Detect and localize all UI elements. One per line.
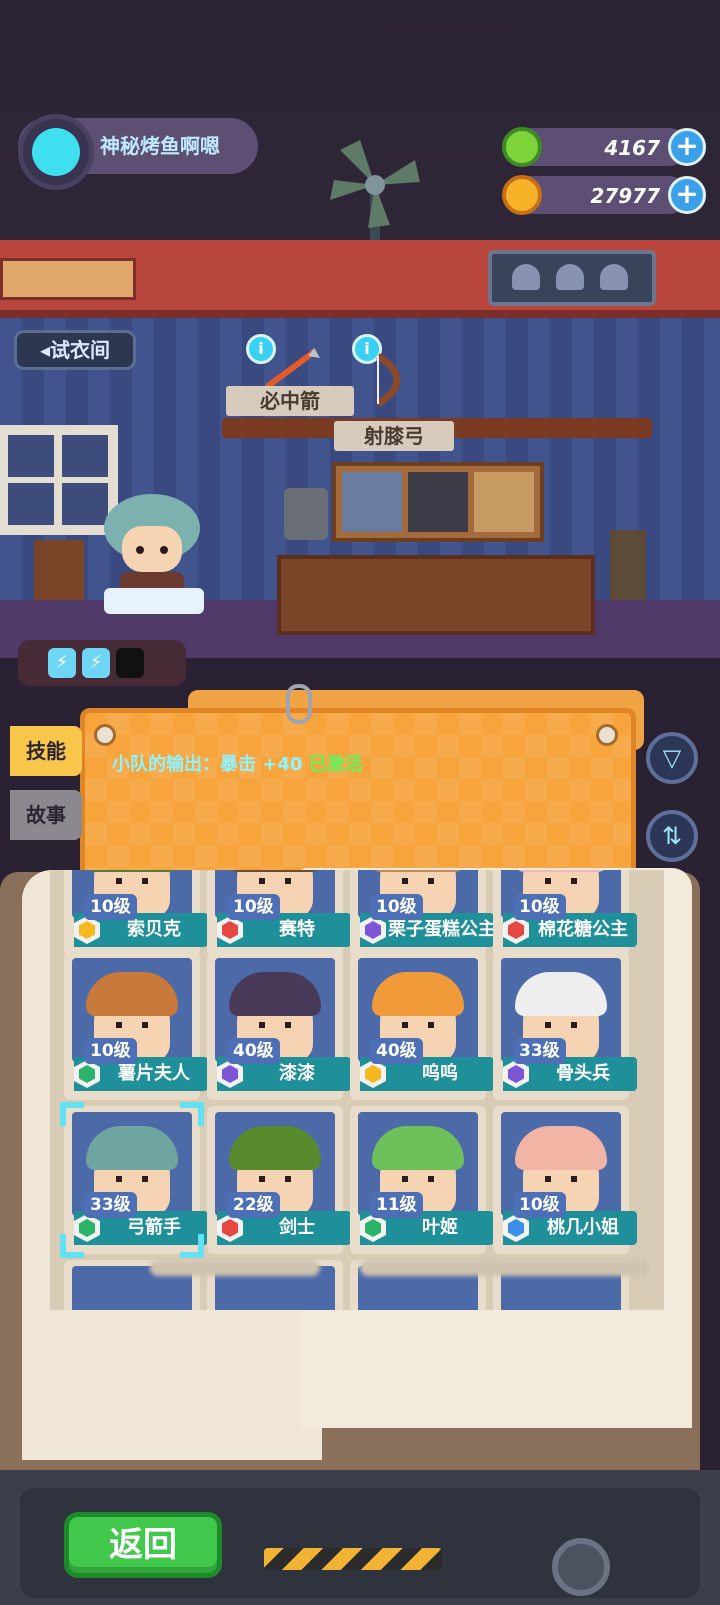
character-card[interactable]: 栗子蛋糕公主 10级 [350, 870, 496, 956]
character-level: 10级 [370, 894, 423, 920]
add-green-gem-button[interactable]: + [668, 128, 706, 166]
character-card[interactable]: 叶姬 11级 [350, 1106, 494, 1254]
portrait-frame [332, 462, 544, 542]
gold-coin-icon [502, 175, 542, 215]
character-card[interactable]: 弓箭手 33级 [60, 1102, 208, 1258]
energy-bolt-icon: ⚡ [48, 648, 76, 678]
character-card[interactable]: 薯片夫人 10级 [64, 952, 208, 1100]
rivet-icon [94, 724, 116, 746]
character-card[interactable]: 桃几小姐 10级 [493, 1106, 637, 1254]
item-label-bow: 射膝弓 [334, 421, 454, 451]
filter-button[interactable]: ▽ [646, 732, 698, 784]
add-gold-coin-button[interactable]: + [668, 176, 706, 214]
skill-panel [80, 708, 636, 884]
energy-empty-icon [116, 648, 144, 678]
energy-bar: ⚡ ⚡ [18, 640, 186, 686]
character-level: 40级 [227, 1038, 280, 1064]
top-shelf [0, 240, 720, 318]
selection-corner-icon [60, 1102, 84, 1126]
selection-corner-icon [180, 1102, 204, 1126]
faded-text [150, 1260, 320, 1276]
plant-pot [34, 540, 84, 600]
sort-button[interactable]: ⇅ [646, 810, 698, 862]
player-name: 神秘烤鱼啊嗯 [100, 134, 220, 158]
character-level: 11级 [370, 1192, 423, 1218]
skill-description: 小队的输出：暴击 +40 已激活 [112, 754, 363, 775]
selection-corner-icon [180, 1234, 204, 1258]
character-level: 40级 [370, 1038, 423, 1064]
character-level: 10级 [84, 894, 137, 920]
paper-clip-icon [286, 684, 312, 724]
character-card[interactable]: 骨头兵 33级 [493, 952, 637, 1100]
gold-coin-value: 27977 [590, 184, 660, 208]
rivet-icon [596, 724, 618, 746]
plant-pot [284, 488, 328, 540]
character-card[interactable]: 呜呜 40级 [350, 952, 494, 1100]
green-gem-value: 4167 [604, 136, 660, 160]
green-gem-icon [502, 127, 542, 167]
character-card[interactable]: 赛特 10级 [207, 870, 351, 956]
bow-item-icon[interactable] [370, 352, 420, 408]
character-level: 33级 [513, 1038, 566, 1064]
back-button[interactable]: 返回 [64, 1512, 222, 1578]
tab-skills[interactable]: 技能 [10, 726, 82, 776]
item-label-arrow: 必中箭 [226, 386, 354, 416]
gauge-icon [552, 1538, 610, 1596]
faded-text [360, 1260, 650, 1276]
plant-pot [610, 530, 646, 600]
character-card[interactable]: 剑士 22级 [207, 1106, 351, 1254]
fan-icon [330, 140, 420, 240]
character-grid: 索贝克 10级 赛特 10级 栗子蛋糕公主 10级 棉花糖公主 10级薯片夫人 10级 漆漆 40级… [50, 870, 664, 1310]
energy-bolt-icon: ⚡ [82, 648, 110, 678]
desk [277, 555, 595, 635]
character-card[interactable]: 漆漆 40级 [207, 952, 351, 1100]
hero-character [104, 494, 204, 614]
character-level: 10级 [227, 894, 280, 920]
fitting-room-button[interactable]: ◂试衣间 [14, 330, 136, 370]
character-card[interactable]: 索贝克 10级 [64, 870, 208, 956]
character-level: 10级 [84, 1038, 137, 1064]
character-level: 10级 [513, 894, 566, 920]
character-level: 22级 [227, 1192, 280, 1218]
character-card[interactable]: 棉花糖公主 10级 [493, 870, 637, 956]
hazard-stripe [264, 1548, 442, 1570]
character-level: 10级 [513, 1192, 566, 1218]
character-level: 33级 [84, 1192, 137, 1218]
tab-story[interactable]: 故事 [10, 790, 82, 840]
selection-corner-icon [60, 1234, 84, 1258]
avatar[interactable] [18, 114, 94, 190]
